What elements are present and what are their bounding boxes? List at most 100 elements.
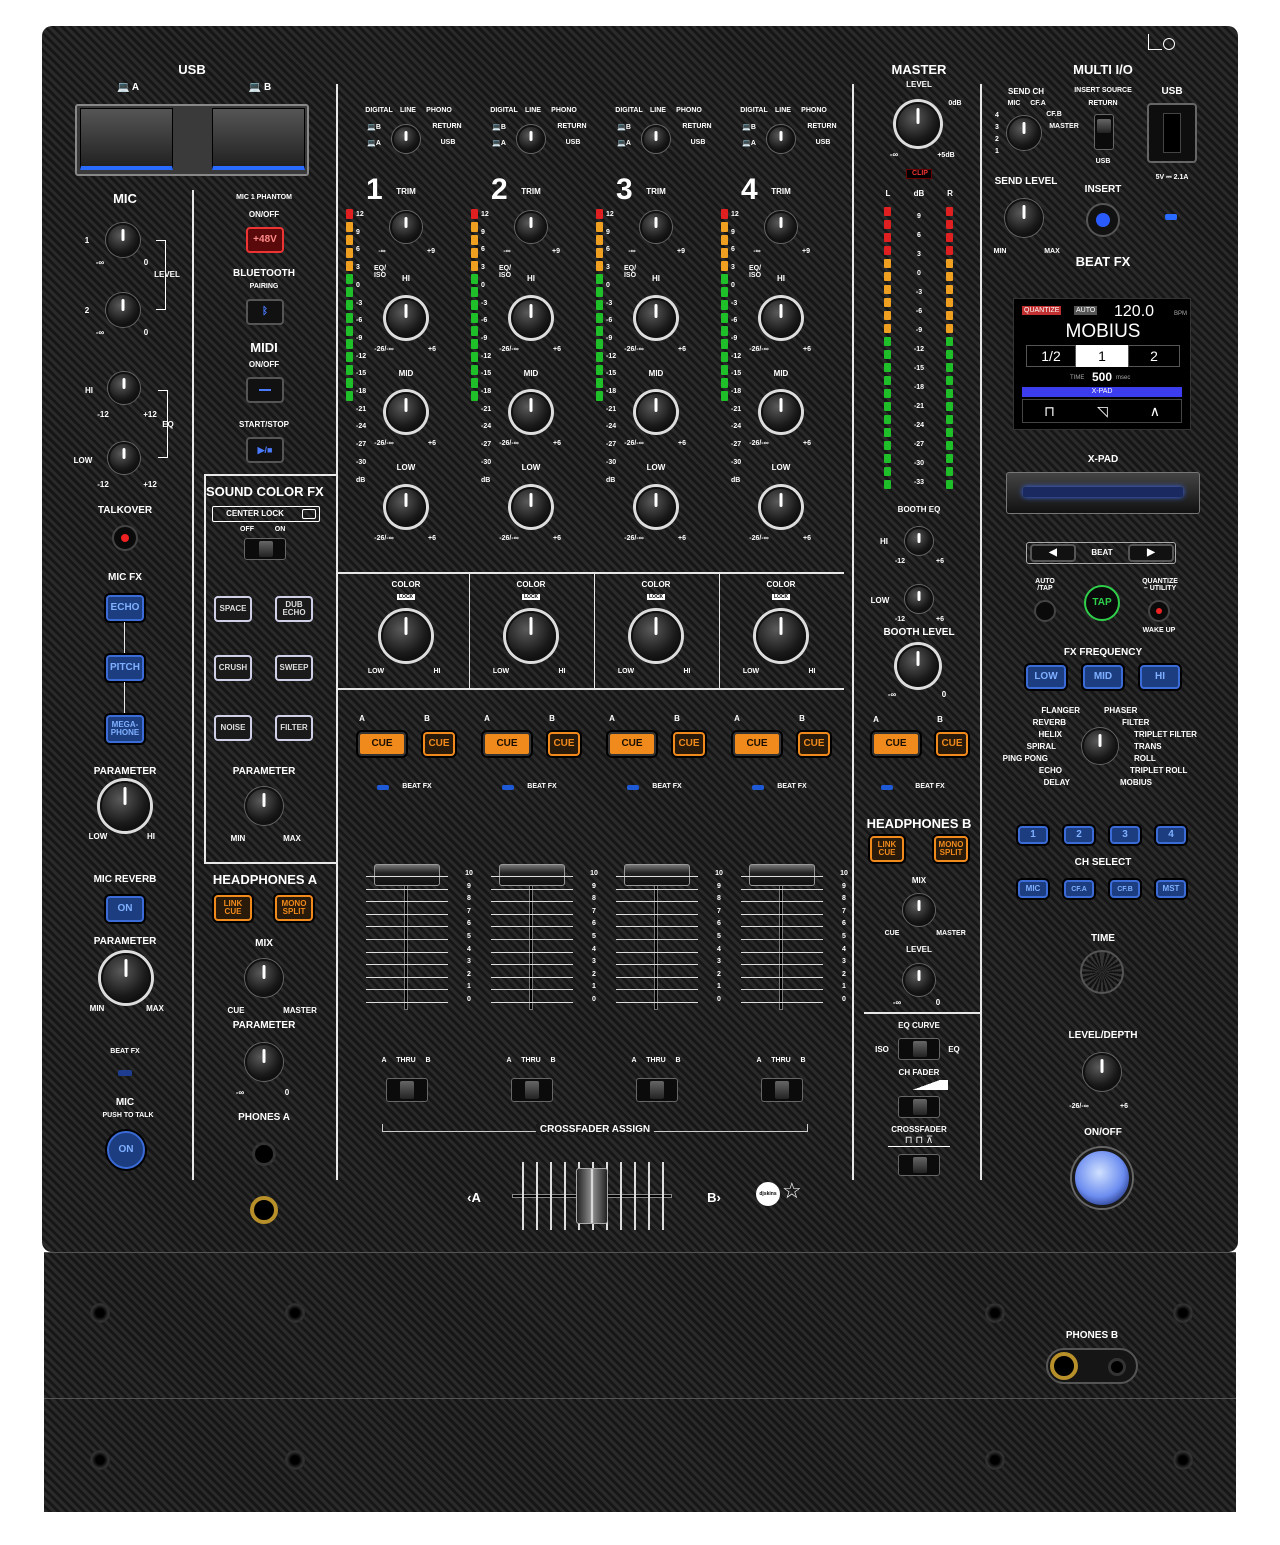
- eq-curve-switch[interactable]: [898, 1038, 940, 1060]
- ch-select-cfa-button[interactable]: CF.A: [1064, 880, 1094, 898]
- send-ch-selector[interactable]: [1007, 116, 1041, 150]
- color-knob[interactable]: [381, 611, 431, 661]
- crossfader-assign-switch[interactable]: [386, 1078, 428, 1102]
- input-selector-knob[interactable]: [642, 125, 670, 153]
- beat-fx-select-knob[interactable]: [1082, 728, 1118, 764]
- trim-knob[interactable]: [640, 211, 672, 243]
- mic2-level-knob[interactable]: [106, 293, 140, 327]
- level-depth-knob[interactable]: [1083, 1053, 1121, 1091]
- xpad-touch-strip[interactable]: [1006, 472, 1200, 514]
- phones-a-jack[interactable]: [250, 1196, 278, 1224]
- mic1-level-knob[interactable]: [106, 223, 140, 257]
- usb-a-button[interactable]: [80, 108, 173, 170]
- fx-sweep-button[interactable]: SWEEP: [275, 655, 313, 681]
- eq-hi-knob[interactable]: [636, 298, 676, 338]
- ch-select-cfb-button[interactable]: CF.B: [1110, 880, 1140, 898]
- mic-fx-echo-button[interactable]: ECHO: [106, 595, 144, 621]
- crossfader-assign-switch[interactable]: [761, 1078, 803, 1102]
- ch-select-mic-button[interactable]: MIC: [1018, 880, 1048, 898]
- send-level-knob[interactable]: [1005, 199, 1043, 237]
- hpa-link-cue-button[interactable]: LINK CUE: [214, 895, 252, 921]
- fx-freq-mid-button[interactable]: MID: [1083, 665, 1123, 689]
- fx-dub-echo-button[interactable]: DUB ECHO: [275, 596, 313, 622]
- cue-a-button[interactable]: CUE: [733, 732, 781, 756]
- color-knob[interactable]: [506, 611, 556, 661]
- booth-eq-low-knob[interactable]: [905, 585, 933, 613]
- master-cue-b-button[interactable]: CUE: [936, 732, 968, 756]
- trim-knob[interactable]: [390, 211, 422, 243]
- hpa-mix-knob[interactable]: [245, 959, 283, 997]
- beat-left-button[interactable]: ◀: [1030, 544, 1076, 562]
- booth-eq-hi-knob[interactable]: [905, 527, 933, 555]
- mic-fx-parameter-knob[interactable]: [100, 781, 150, 831]
- cue-b-button[interactable]: CUE: [423, 732, 455, 756]
- cue-a-button[interactable]: CUE: [608, 732, 656, 756]
- ch-select-4-button[interactable]: 4: [1156, 826, 1186, 844]
- ch-select-2-button[interactable]: 2: [1064, 826, 1094, 844]
- time-encoder[interactable]: [1080, 950, 1124, 994]
- tap-button[interactable]: TAP: [1084, 585, 1120, 621]
- cue-b-button[interactable]: CUE: [548, 732, 580, 756]
- eq-mid-knob[interactable]: [386, 392, 426, 432]
- hpa-level-knob[interactable]: [245, 1043, 283, 1081]
- crossfader-knob[interactable]: [576, 1168, 608, 1224]
- ch-select-mst-button[interactable]: MST: [1156, 880, 1186, 898]
- sound-fx-parameter-knob[interactable]: [245, 787, 283, 825]
- cue-a-button[interactable]: CUE: [358, 732, 406, 756]
- cue-a-button[interactable]: CUE: [483, 732, 531, 756]
- midi-onoff-button[interactable]: [246, 377, 284, 403]
- eq-hi-knob[interactable]: [511, 298, 551, 338]
- master-level-knob[interactable]: [896, 102, 940, 146]
- fx-freq-hi-button[interactable]: HI: [1140, 665, 1180, 689]
- insert-button[interactable]: [1086, 203, 1120, 237]
- quantize-button[interactable]: [1148, 600, 1170, 622]
- fx-noise-button[interactable]: NOISE: [214, 715, 252, 741]
- phones-b-mini-jack[interactable]: [1108, 1358, 1126, 1376]
- channel-fader-cap[interactable]: [499, 864, 565, 886]
- fx-space-button[interactable]: SPACE: [214, 596, 252, 622]
- input-selector-knob[interactable]: [392, 125, 420, 153]
- ch-select-1-button[interactable]: 1: [1018, 826, 1048, 844]
- eq-low-knob[interactable]: [386, 487, 426, 527]
- eq-hi-knob[interactable]: [761, 298, 801, 338]
- trim-knob[interactable]: [765, 211, 797, 243]
- eq-mid-knob[interactable]: [511, 392, 551, 432]
- usb-port[interactable]: [1147, 103, 1197, 163]
- input-selector-knob[interactable]: [767, 125, 795, 153]
- ch-fader-curve-switch[interactable]: [898, 1096, 940, 1118]
- crossfader-curve-switch[interactable]: [898, 1154, 940, 1176]
- eq-hi-knob[interactable]: [386, 298, 426, 338]
- usb-b-button[interactable]: [212, 108, 305, 170]
- channel-fader-cap[interactable]: [374, 864, 440, 886]
- channel-fader-cap[interactable]: [749, 864, 815, 886]
- phones-a-mini-jack[interactable]: [252, 1142, 276, 1166]
- talkover-button[interactable]: [112, 525, 138, 551]
- mic-fx-megaphone-button[interactable]: MEGA- PHONE: [106, 715, 144, 743]
- beat-fx-on-button[interactable]: [1072, 1148, 1132, 1208]
- insert-source-switch[interactable]: [1094, 114, 1114, 150]
- cue-b-button[interactable]: CUE: [673, 732, 705, 756]
- hpb-link-cue-button[interactable]: LINK CUE: [870, 836, 904, 862]
- eq-low-knob[interactable]: [636, 487, 676, 527]
- input-selector-knob[interactable]: [517, 125, 545, 153]
- fx-filter-button[interactable]: FILTER: [275, 715, 313, 741]
- eq-mid-knob[interactable]: [636, 392, 676, 432]
- hpb-mix-knob[interactable]: [903, 894, 935, 926]
- hpb-mono-split-button[interactable]: MONO SPLIT: [934, 836, 968, 862]
- crossfader-assign-switch[interactable]: [511, 1078, 553, 1102]
- power-icon[interactable]: [1163, 38, 1175, 50]
- mic-hi-knob[interactable]: [108, 372, 140, 404]
- ch-select-3-button[interactable]: 3: [1110, 826, 1140, 844]
- mic-reverb-parameter-knob[interactable]: [101, 953, 151, 1003]
- bluetooth-button[interactable]: ᛒ: [246, 299, 284, 325]
- hpa-mono-split-button[interactable]: MONO SPLIT: [275, 895, 313, 921]
- trim-knob[interactable]: [515, 211, 547, 243]
- fx-freq-low-button[interactable]: LOW: [1026, 665, 1066, 689]
- eq-low-knob[interactable]: [511, 487, 551, 527]
- beat-right-button[interactable]: ▶: [1128, 544, 1174, 562]
- mic-fx-pitch-button[interactable]: PITCH: [106, 655, 144, 681]
- fx-crush-button[interactable]: CRUSH: [214, 655, 252, 681]
- master-cue-a-button[interactable]: CUE: [872, 732, 920, 756]
- crossfader-assign-switch[interactable]: [636, 1078, 678, 1102]
- phones-b-jack[interactable]: [1050, 1352, 1078, 1380]
